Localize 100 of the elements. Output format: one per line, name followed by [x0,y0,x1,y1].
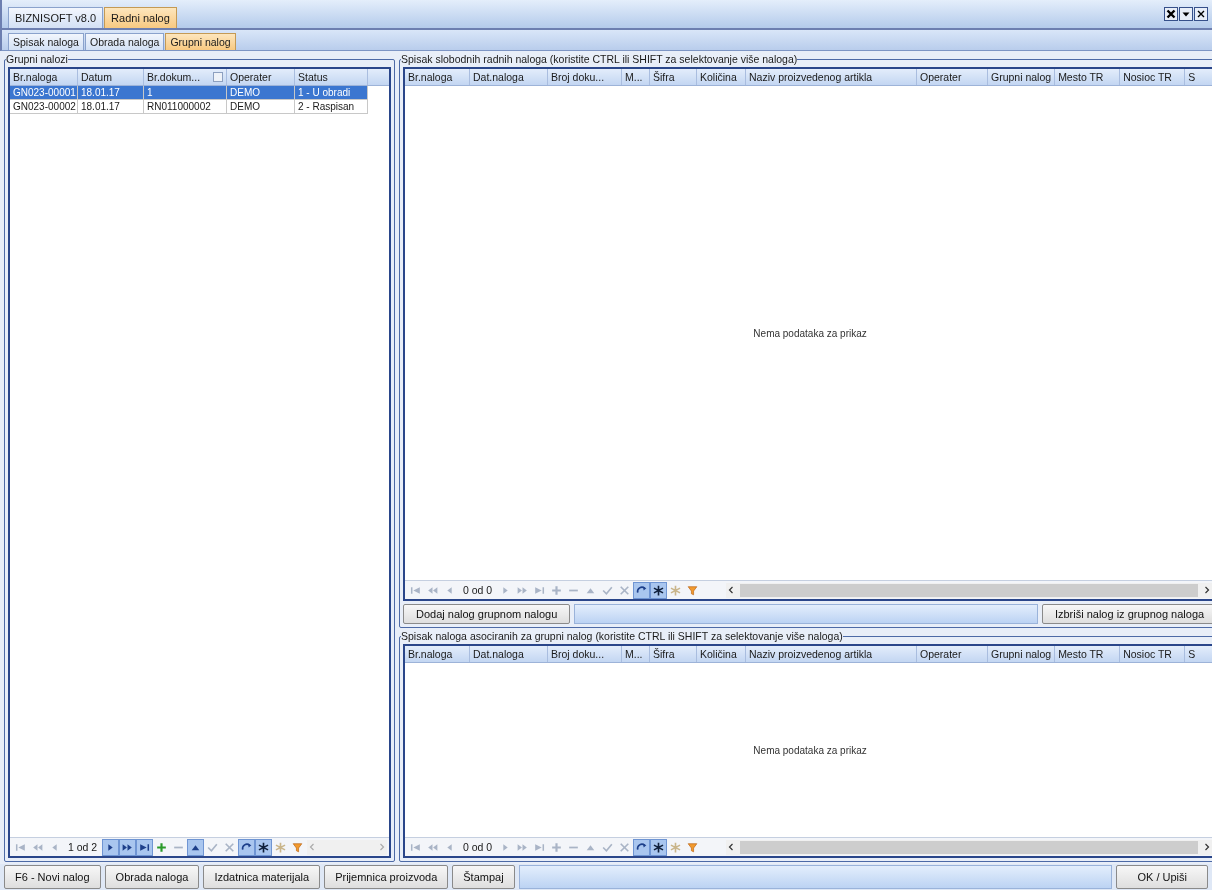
column-header[interactable]: Datum [78,69,144,85]
column-header[interactable]: Mesto TR [1055,69,1121,85]
asterisk-icon[interactable] [256,839,272,855]
table-cell: 2 - Raspisan [295,100,368,114]
right-chevron-icon[interactable] [1202,585,1212,595]
column-header-label: Dat.naloga [473,648,524,660]
column-header-label: Br.naloga [408,71,453,83]
asterisk-icon[interactable] [651,582,667,598]
column-header[interactable]: Operater [227,69,295,85]
asterisk-icon[interactable] [651,839,667,855]
table-cell: GN023-00001 [10,86,78,100]
column-header[interactable]: Šifra [650,646,697,662]
column-header-label: Naziv proizvedenog artikla [749,71,873,83]
column-header[interactable]: Br.naloga [405,69,470,85]
app-tab[interactable]: Radni nalog [104,7,177,28]
column-header[interactable]: Šifra [650,69,697,85]
column-header[interactable]: S [1185,646,1212,662]
table-cell: 18.01.17 [78,86,144,100]
toolbar-button[interactable]: Prijemnica proizvoda [324,865,449,889]
app-tab[interactable]: BIZNISOFT v8.0 [8,7,104,28]
empty-message: Nema podataka za prikaz [753,744,867,756]
column-header-label: Operater [920,71,962,83]
horizontal-scrollbar[interactable] [726,582,1212,598]
column-header-label: Br.naloga [408,648,453,660]
column-header-label: Šifra [653,71,675,83]
column-header-label: S [1188,71,1196,83]
refresh-icon[interactable] [239,839,255,855]
column-header-label: Grupni nalog [991,71,1052,83]
page-tab[interactable]: Grupni nalog [165,33,236,50]
column-header-label: S [1188,648,1196,660]
column-header[interactable]: Količina [697,646,746,662]
column-header[interactable]: Br.dokum... [144,69,227,85]
page-tab[interactable]: Spisak naloga [8,33,84,50]
table-row[interactable]: GN023-00002 18.01.17 RN011000002 DEMO 2 - Raspisan [10,100,389,114]
column-header[interactable]: Naziv proizvedenog artikla [746,646,917,662]
toolbar-button[interactable]: Štampaj [452,865,515,889]
column-header[interactable]: Broj doku... [548,646,622,662]
column-header[interactable]: Dat.naloga [470,69,548,85]
column-header[interactable]: Mesto TR [1055,646,1121,662]
column-header-label: Datum [81,71,112,83]
table-cell: GN023-00002 [10,100,78,114]
column-header[interactable]: Br.naloga [10,69,78,85]
column-header[interactable]: Grupni nalog [988,646,1056,662]
table-cell: RN011000002 [144,100,227,114]
record-counter: 0 od 0 [462,584,494,596]
column-header[interactable]: Dat.naloga [470,646,548,662]
table-cell: DEMO [227,100,295,114]
table-cell: DEMO [227,86,295,100]
column-header[interactable]: M... [622,646,650,662]
column-header-label: Br.dokum... [147,71,201,83]
column-header-label: M... [625,648,643,660]
column-header-label: Broj doku... [551,71,605,83]
column-header[interactable]: Nosioc TR [1120,646,1186,662]
column-header-label: Mesto TR [1058,71,1104,83]
page-tab[interactable]: Obrada naloga [84,33,165,50]
table-cell: 1 - U obradi [295,86,368,100]
refresh-icon[interactable] [634,839,650,855]
table-row[interactable]: GN023-00001 18.01.17 1 DEMO 1 - U obradi [10,86,389,100]
column-header-label: Nosioc TR [1123,71,1172,83]
column-header[interactable]: Količina [697,69,746,85]
close-icon[interactable] [1194,7,1208,21]
last-record-icon[interactable] [137,839,153,855]
column-header-label: M... [625,71,643,83]
column-header-label: Mesto TR [1058,648,1104,660]
column-header[interactable]: M... [622,69,650,85]
add-order-button[interactable]: Dodaj nalog grupnom nalogu [403,604,571,624]
column-header[interactable]: Naziv proizvedenog artikla [746,69,917,85]
column-header-label: Nosioc TR [1123,648,1172,660]
dropdown-icon[interactable] [1179,7,1193,21]
table-cell: 18.01.17 [78,100,144,114]
toolbar-button[interactable]: Izdatnica materijala [203,865,321,889]
column-header[interactable]: Operater [917,69,988,85]
column-header-label: Šifra [653,648,675,660]
ok-button[interactable]: OK / Upiši [1116,865,1208,889]
toolbar-button[interactable]: Obrada naloga [104,865,200,889]
column-header-label: Količina [700,71,737,83]
panel-title: Spisak naloga asociranih za grupni nalog (koristite CTRL ili SHIFT za selektovanje više naloga) [401,630,843,642]
remove-order-button[interactable]: Izbriši nalog iz grupnog naloga [1041,604,1212,624]
column-header[interactable]: Broj doku... [548,69,622,85]
bold-x-icon[interactable] [1164,7,1178,21]
refresh-icon[interactable] [634,582,650,598]
column-header[interactable]: Grupni nalog [988,69,1056,85]
column-header-label: Naziv proizvedenog artikla [749,648,873,660]
horizontal-scrollbar[interactable] [726,839,1212,855]
right-chevron-icon[interactable] [1202,842,1212,852]
column-header-label: Status [298,71,328,83]
column-header[interactable]: Status [295,69,368,85]
panel-title: Spisak slobodnih radnih naloga (koristite CTRL ili SHIFT za selektovanje više naloga) [401,53,798,65]
column-header[interactable]: Operater [917,646,988,662]
empty-message: Nema podataka za prikaz [753,327,867,339]
column-header[interactable]: Br.naloga [405,646,470,662]
column-header-label: Količina [700,648,737,660]
column-header[interactable]: S [1185,69,1212,85]
column-header-label: Operater [920,648,962,660]
panel-title: Grupni nalozi [6,53,68,65]
record-counter: 0 od 0 [462,841,494,853]
toolbar-button[interactable]: F6 - Novi nalog [4,865,101,889]
column-header[interactable]: Nosioc TR [1120,69,1186,85]
record-counter: 1 od 2 [67,841,99,853]
column-header-label: Operater [230,71,272,83]
